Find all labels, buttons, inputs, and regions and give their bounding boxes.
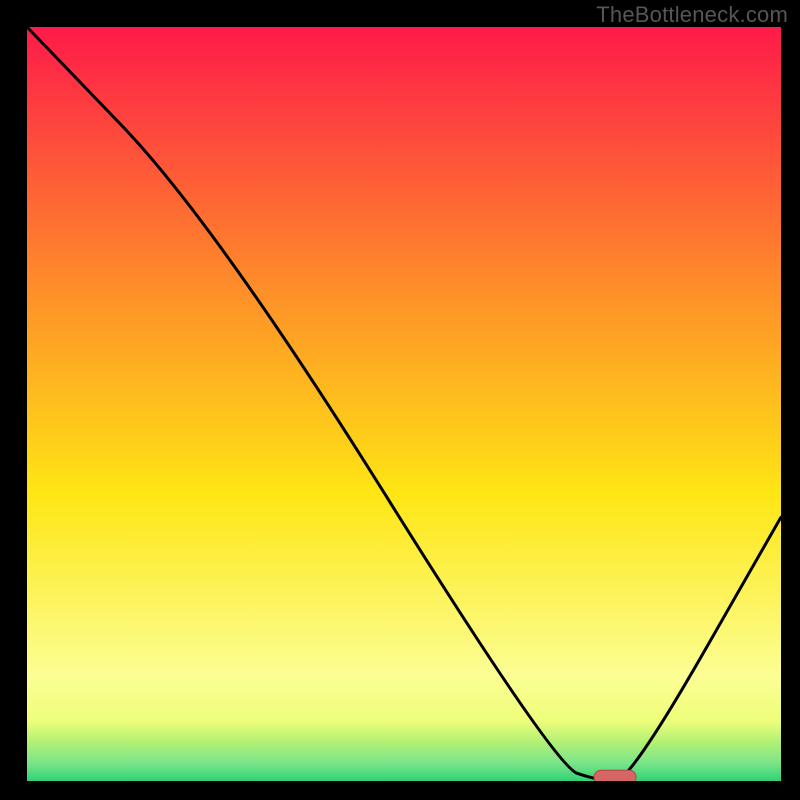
watermark-text: TheBottleneck.com [596, 2, 788, 28]
bottleneck-chart: TheBottleneck.com [0, 0, 800, 800]
sweet-spot-marker [594, 770, 636, 784]
gradient-background [27, 27, 781, 781]
chart-svg [0, 0, 800, 800]
